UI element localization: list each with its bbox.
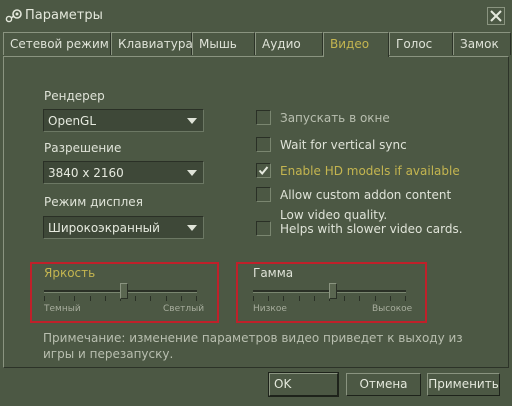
window-title: Параметры: [25, 8, 103, 23]
brightness-label: Яркость: [44, 266, 96, 280]
gamma-label: Гамма: [253, 266, 294, 280]
tab-label: Мышь: [199, 37, 237, 51]
tab-voice[interactable]: Голос: [389, 32, 453, 55]
windowed-checkbox[interactable]: [256, 110, 271, 125]
tab-mouse[interactable]: Мышь: [192, 32, 255, 55]
close-icon: [490, 10, 502, 22]
slider-tick: [375, 296, 376, 301]
slider-tick: [405, 296, 406, 301]
slider-tick: [135, 296, 136, 301]
resolution-label: Разрешение: [44, 141, 122, 155]
gamma-slider-thumb[interactable]: [329, 283, 337, 299]
chevron-down-icon: [187, 225, 197, 231]
title-bar: Параметры: [0, 0, 512, 32]
tab-label: Сетевой режим: [10, 37, 109, 51]
tab-audio[interactable]: Аудио: [255, 32, 323, 55]
tab-label: Аудио: [262, 37, 301, 51]
slider-tick: [166, 296, 167, 301]
slider-tick: [59, 296, 60, 301]
tab-label: Клавиатура: [118, 37, 193, 51]
display-mode-dropdown[interactable]: Широкоэкранный: [43, 216, 204, 239]
resolution-dropdown[interactable]: 3840 x 2160: [43, 161, 204, 184]
tab-lock[interactable]: Замок: [453, 32, 511, 55]
apply-button[interactable]: Применить: [427, 373, 500, 396]
slider-tick: [283, 296, 284, 301]
gamma-max-label: Высокое: [372, 304, 413, 314]
tab-label: Голос: [396, 37, 433, 51]
slider-tick: [268, 296, 269, 301]
slider-tick: [150, 296, 151, 301]
close-button[interactable]: [487, 7, 505, 25]
slider-tick: [253, 296, 254, 301]
slider-tick: [44, 296, 45, 301]
tab-label: Видео: [330, 37, 370, 51]
gamma-min-label: Низкое: [253, 304, 287, 314]
low-quality-checkbox[interactable]: [256, 221, 271, 236]
slider-tick: [344, 296, 345, 301]
chevron-down-icon: [187, 170, 197, 176]
renderer-label: Рендерер: [44, 89, 105, 103]
ok-button[interactable]: OK: [268, 372, 339, 397]
display-mode-label: Режим дисплея: [44, 195, 143, 209]
low-quality-label-line2: Helps with slower video cards.: [280, 222, 463, 236]
renderer-value: OpenGL: [48, 114, 97, 128]
video-note: Примечание: изменение параметров видео п…: [43, 331, 463, 361]
custom-addon-label: Allow custom addon content: [280, 188, 452, 202]
cancel-button[interactable]: Отмена: [346, 373, 421, 396]
slider-tick: [74, 296, 75, 301]
brightness-max-label: Светлый: [163, 304, 205, 314]
slider-tick: [90, 296, 91, 301]
tab-network[interactable]: Сетевой режим: [3, 32, 111, 55]
windowed-label: Запускать в окне: [280, 111, 390, 125]
slider-tick: [299, 296, 300, 301]
hd-models-label: Enable HD models if available: [280, 164, 460, 178]
tab-video[interactable]: Видео: [323, 32, 389, 57]
slider-tick: [196, 296, 197, 301]
vsync-label: Wait for vertical sync: [280, 138, 407, 152]
checkmark-icon: [258, 166, 269, 176]
resolution-value: 3840 x 2160: [48, 166, 124, 180]
slider-tick: [105, 296, 106, 301]
brightness-min-label: Темный: [44, 304, 81, 314]
low-quality-label-line1: Low video quality.: [280, 208, 388, 222]
renderer-dropdown[interactable]: OpenGL: [43, 109, 204, 132]
display-mode-value: Широкоэкранный: [48, 221, 160, 235]
tab-keyboard[interactable]: Клавиатура: [111, 32, 193, 55]
chevron-down-icon: [187, 118, 197, 124]
tab-bar: Сетевой режим Клавиатура Мышь Аудио Виде…: [3, 32, 511, 57]
slider-tick: [314, 296, 315, 301]
slider-tick: [359, 296, 360, 301]
vsync-checkbox[interactable]: [256, 137, 271, 152]
slider-tick: [390, 296, 391, 301]
steam-icon: [5, 9, 22, 23]
tab-label: Замок: [460, 37, 499, 51]
brightness-slider-thumb[interactable]: [120, 283, 128, 299]
hd-models-checkbox[interactable]: [256, 163, 271, 178]
custom-addon-checkbox[interactable]: [256, 187, 271, 202]
slider-tick: [181, 296, 182, 301]
